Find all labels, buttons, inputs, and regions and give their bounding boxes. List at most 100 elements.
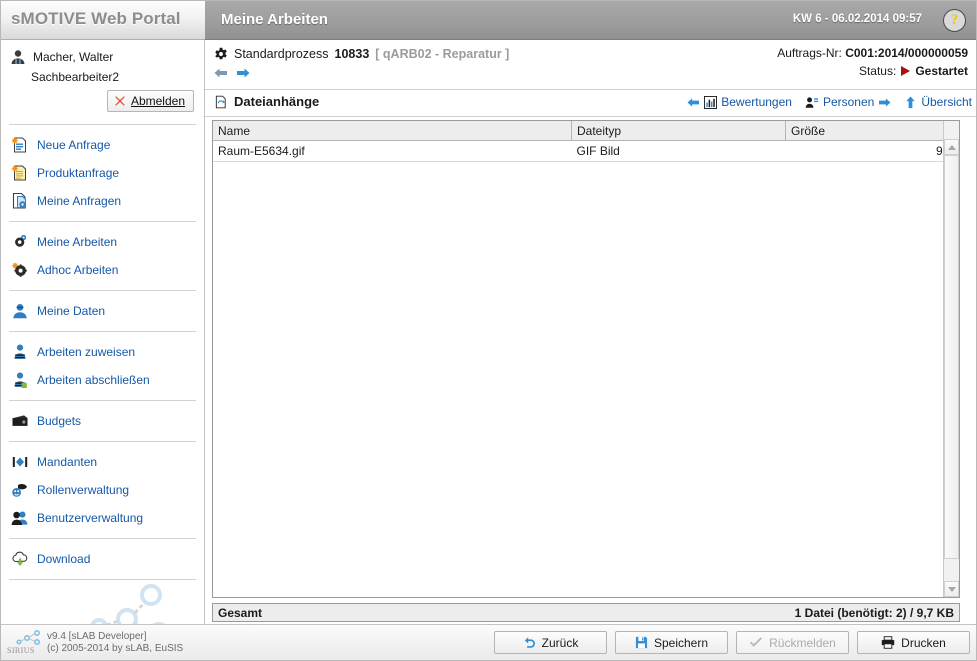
table-vertical-scrollbar[interactable]: [943, 121, 959, 597]
sidebar-divider: [9, 221, 196, 222]
check-icon: [749, 636, 763, 649]
help-icon: ?: [950, 12, 959, 28]
button-label: Zurück: [541, 635, 579, 650]
sidebar-item-rollenverwaltung[interactable]: Rollenverwaltung: [1, 476, 204, 504]
adhoc-tasks-icon: [11, 261, 29, 279]
footer-logo: SIRIUS: [7, 630, 43, 655]
process-number: 10833: [334, 47, 370, 61]
sidebar-item-arbeiten-abschliessen[interactable]: Arbeiten abschließen: [1, 366, 204, 394]
sidebar-group-admin: Mandanten Rollenverwaltung Benutzerverwa…: [1, 448, 204, 532]
process-tag: [ qARB02 - Reparatur ]: [375, 47, 510, 61]
sidebar-item-budgets[interactable]: Budgets: [1, 407, 204, 435]
sidebar-item-neue-anfrage[interactable]: Neue Anfrage: [1, 131, 204, 159]
logout-label: Abmelden: [130, 94, 185, 108]
column-header-name[interactable]: Name: [213, 121, 572, 141]
link-bewertungen[interactable]: Bewertungen: [687, 95, 792, 109]
roles-icon: [11, 481, 29, 499]
attachments-table: Name Dateityp Größe Raum-E5634.gif GIF B…: [213, 121, 959, 162]
footer-wordmark: SIRIUS: [7, 646, 35, 655]
sidebar-item-label: Rollenverwaltung: [37, 483, 130, 497]
download-icon: [11, 550, 29, 568]
sidebar-item-produktanfrage[interactable]: Produktanfrage: [1, 159, 204, 187]
help-button[interactable]: ?: [943, 9, 966, 32]
button-label: Speichern: [653, 635, 709, 650]
sidebar-item-adhoc-arbeiten[interactable]: Adhoc Arbeiten: [1, 256, 204, 284]
product-request-icon: [11, 164, 29, 182]
close-x-icon: [114, 95, 126, 107]
sidebar-divider: [9, 290, 196, 291]
new-request-icon: [11, 136, 29, 154]
order-number-value: C001:2014/000000059: [845, 46, 968, 60]
process-header: Standardprozess 10833 [ qARB02 - Reparat…: [205, 40, 976, 90]
column-header-size[interactable]: Größe: [785, 121, 959, 141]
section-title: Dateianhänge: [234, 94, 320, 109]
cell-file-name: Raum-E5634.gif: [213, 140, 572, 162]
sidebar-group-tasks: Meine Arbeiten Adhoc Arbeiten: [1, 228, 204, 284]
footer-bar: SIRIUS v9.4 [sLAB Developer] (c) 2005-20…: [1, 624, 976, 660]
save-disk-icon: [635, 636, 648, 649]
print-button[interactable]: Drucken: [857, 631, 970, 654]
assign-tasks-icon: [11, 343, 29, 361]
sidebar-item-label: Produktanfrage: [37, 166, 120, 180]
link-personen[interactable]: Personen: [805, 95, 891, 109]
process-breadcrumb: Standardprozess 10833 [ qARB02 - Reparat…: [214, 47, 509, 61]
attachments-table-panel: Name Dateityp Größe Raum-E5634.gif GIF B…: [212, 120, 960, 598]
scrollbar-thumb[interactable]: [944, 155, 959, 559]
budgets-icon: [11, 412, 29, 430]
status-badge: Gestartet: [915, 64, 968, 78]
sidebar-item-download[interactable]: Download: [1, 545, 204, 573]
main-content: Standardprozess 10833 [ qARB02 - Reparat…: [205, 40, 976, 653]
back-button[interactable]: Zurück: [494, 631, 607, 654]
sidebar-item-meine-anfragen[interactable]: Meine Anfragen: [1, 187, 204, 215]
link-label: Bewertungen: [721, 95, 792, 109]
arrow-left-icon: [687, 97, 700, 108]
user-box: Macher, Walter Sachbearbeiter2 Abmelden: [1, 40, 204, 118]
arrow-right-icon: [878, 97, 891, 108]
total-value: 1 Datei (benötigt: 2) / 9,7 KB: [794, 605, 954, 620]
back-arrow-icon: [523, 636, 536, 649]
sidebar-item-meine-daten[interactable]: Meine Daten: [1, 297, 204, 325]
brand-area: sMOTIVE Web Portal: [1, 1, 205, 40]
sidebar-divider: [9, 331, 196, 332]
sidebar-item-label: Adhoc Arbeiten: [37, 263, 119, 277]
section-links: Bewertungen Personen Übersicht: [687, 95, 972, 109]
cell-file-size: 9,7 KB: [785, 140, 959, 162]
page-title: Meine Arbeiten: [221, 11, 328, 28]
logout-button[interactable]: Abmelden: [106, 90, 194, 112]
link-uebersicht[interactable]: Übersicht: [904, 95, 972, 109]
sidebar-group-requests: Neue Anfrage Produktanfrage Meine Anfrag…: [1, 131, 204, 215]
status-row: Status: Gestartet: [859, 64, 968, 78]
column-header-type[interactable]: Dateityp: [571, 121, 786, 141]
button-label: Drucken: [901, 635, 946, 650]
complete-tasks-icon: [11, 371, 29, 389]
sidebar-divider: [9, 441, 196, 442]
scroll-down-button[interactable]: [944, 581, 959, 597]
scroll-up-button[interactable]: [944, 139, 959, 155]
sidebar-divider: [9, 124, 196, 125]
cell-file-type: GIF Bild: [571, 140, 786, 162]
order-number-row: Auftrags-Nr: C001:2014/000000059: [777, 46, 968, 60]
sidebar-divider: [9, 579, 196, 580]
button-label: Rückmelden: [769, 635, 836, 650]
table-header-row: Name Dateityp Größe: [213, 121, 959, 141]
section-title-row: Dateianhänge: [214, 94, 319, 109]
sidebar-item-benutzerverwaltung[interactable]: Benutzerverwaltung: [1, 504, 204, 532]
table-row[interactable]: Raum-E5634.gif GIF Bild 9,7 KB: [213, 140, 959, 162]
application-window: sMOTIVE Web Portal Meine Arbeiten KW 6 -…: [0, 0, 977, 661]
sidebar-item-arbeiten-zuweisen[interactable]: Arbeiten zuweisen: [1, 338, 204, 366]
user-avatar-icon: [9, 48, 27, 66]
sidebar-item-mandanten[interactable]: Mandanten: [1, 448, 204, 476]
my-tasks-icon: [11, 233, 29, 251]
user-role: Sachbearbeiter2: [31, 70, 120, 84]
users-icon: [11, 509, 29, 527]
save-button[interactable]: Speichern: [615, 631, 728, 654]
next-arrow-icon[interactable]: [236, 67, 250, 79]
footer-buttons: Zurück Speichern Rückmelden Drucken: [494, 631, 970, 654]
total-label: Gesamt: [218, 605, 263, 620]
sidebar-item-meine-arbeiten[interactable]: Meine Arbeiten: [1, 228, 204, 256]
clients-icon: [11, 453, 29, 471]
sidebar-item-label: Download: [37, 552, 91, 566]
sidebar-divider: [9, 538, 196, 539]
prev-arrow-icon[interactable]: [214, 67, 228, 79]
order-number-label: Auftrags-Nr:: [777, 46, 842, 60]
